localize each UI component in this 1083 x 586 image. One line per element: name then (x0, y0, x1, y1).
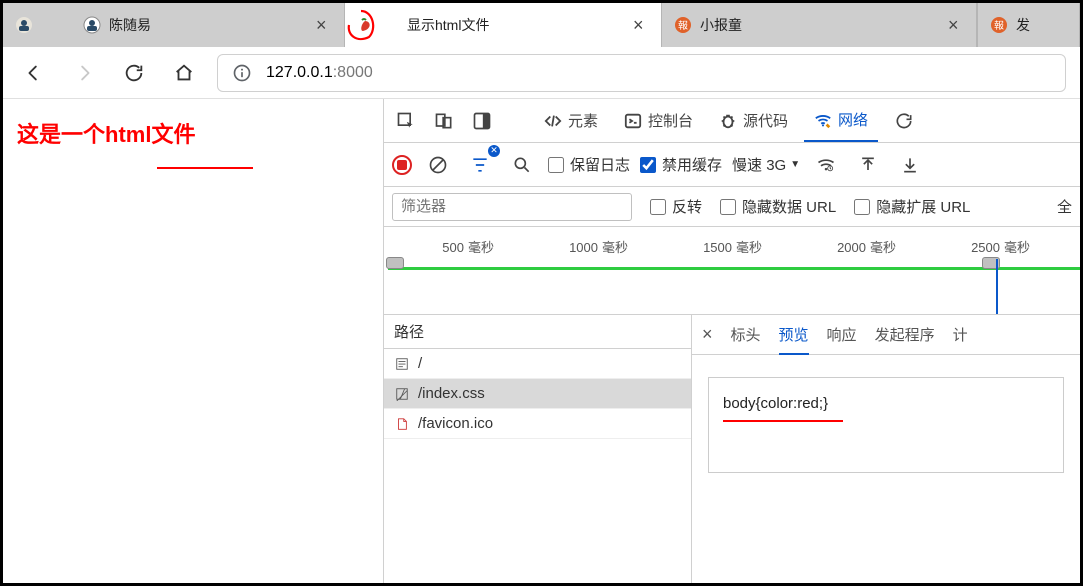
download-icon[interactable] (894, 149, 926, 181)
file-css-icon (394, 386, 410, 402)
request-path: /index.css (418, 385, 485, 402)
search-icon[interactable] (506, 149, 538, 181)
inspect-element-icon[interactable] (390, 105, 422, 137)
devtools-tab-strip: 元素 控制台 源代码 网络 (384, 99, 1080, 143)
chevron-down-icon: ▼ (790, 159, 800, 170)
reload-button[interactable] (117, 56, 151, 90)
preserve-log-checkbox[interactable]: 保留日志 (548, 154, 630, 175)
column-path[interactable]: 路径 (384, 315, 691, 349)
tick-label: 500毫秒 (442, 237, 494, 256)
tab-timing[interactable]: 计 (953, 324, 968, 345)
clear-button[interactable] (422, 149, 454, 181)
console-icon (624, 112, 642, 130)
close-icon[interactable]: × (633, 15, 649, 36)
all-filter[interactable]: 全 (1057, 196, 1072, 217)
svg-text:報: 報 (994, 20, 1004, 32)
network-grid: 路径 / /index.css/favicon.ico × 标头 预览 响应 发起… (384, 315, 1080, 583)
network-toolbar: ✕ 保留日志 禁用缓存 慢速 3G ▼ (384, 143, 1080, 187)
invert-checkbox[interactable]: 反转 (650, 196, 702, 217)
request-row[interactable]: /favicon.ico (384, 409, 691, 439)
tab-title: 陈随易 (109, 15, 308, 35)
close-detail-button[interactable]: × (702, 324, 713, 345)
network-conditions-icon[interactable] (810, 149, 842, 181)
browser-tab-1[interactable]: 陈随易 × (3, 3, 345, 47)
detail-tabs: × 标头 预览 响应 发起程序 计 (692, 315, 1080, 355)
devtools-panel: 元素 控制台 源代码 网络 (383, 99, 1080, 583)
request-list: 路径 / /index.css/favicon.ico (384, 315, 692, 583)
url-filter-row: 反转 隐藏数据 URL 隐藏扩展 URL 全 (384, 187, 1080, 227)
tab-title: 发 (1016, 15, 1067, 35)
forward-button (67, 56, 101, 90)
underline-annotation (723, 420, 843, 422)
range-handle-left[interactable] (386, 257, 404, 269)
waterfall-bar (388, 267, 1080, 270)
tab-initiator[interactable]: 发起程序 (875, 324, 935, 345)
request-detail: × 标头 预览 响应 发起程序 计 body{color:red;} (692, 315, 1080, 583)
browser-tab-3[interactable]: 報 小报童 × (661, 3, 977, 47)
tick-label: 2500毫秒 (971, 237, 1030, 256)
svg-text:報: 報 (678, 20, 688, 32)
refresh-icon[interactable] (888, 105, 920, 137)
detail-body: body{color:red;} (692, 355, 1080, 583)
favicon-bao-icon: 報 (990, 16, 1008, 34)
favicon-bao-icon: 報 (674, 16, 692, 34)
filter-toggle-icon[interactable]: ✕ (464, 149, 496, 181)
file-doc-icon (394, 356, 410, 372)
content-split: 这是一个html文件 元素 (3, 99, 1080, 583)
tick-label: 1000毫秒 (569, 237, 628, 256)
request-path: / (418, 355, 422, 372)
tab-elements[interactable]: 元素 (534, 99, 608, 142)
favicon-pepper-icon (357, 16, 375, 34)
code-icon (544, 112, 562, 130)
wifi-icon (814, 111, 832, 129)
site-info-icon[interactable] (232, 63, 252, 83)
record-button[interactable] (392, 155, 412, 175)
tab-network[interactable]: 网络 (804, 99, 878, 142)
tab-title: 小报童 (700, 15, 940, 35)
address-bar[interactable]: 127.0.0.1:8000 (217, 54, 1066, 92)
upload-icon[interactable] (852, 149, 884, 181)
favicon-profile-icon (15, 16, 33, 34)
tab-preview[interactable]: 预览 (779, 324, 809, 355)
tab-headers[interactable]: 标头 (731, 324, 761, 345)
tab-response[interactable]: 响应 (827, 324, 857, 345)
request-row[interactable]: / (384, 349, 691, 379)
page-viewport: 这是一个html文件 (3, 99, 383, 583)
browser-tab-4[interactable]: 報 发 (977, 3, 1080, 47)
request-path: /favicon.ico (418, 415, 493, 432)
filter-input[interactable] (392, 193, 632, 221)
hide-data-url-checkbox[interactable]: 隐藏数据 URL (720, 196, 836, 217)
tick-label: 1500毫秒 (703, 237, 762, 256)
page-heading: 这是一个html文件 (17, 117, 369, 149)
tab-title: 显示html文件 (407, 15, 625, 35)
url-text: 127.0.0.1:8000 (266, 64, 373, 82)
time-cursor[interactable] (996, 259, 998, 315)
filter-badge: ✕ (488, 145, 500, 157)
file-img-icon (394, 416, 410, 432)
bug-icon (719, 112, 737, 130)
device-toggle-icon[interactable] (428, 105, 460, 137)
browser-tab-2-active[interactable]: 显示html文件 × (345, 3, 661, 47)
close-icon[interactable]: × (948, 15, 964, 36)
network-waterfall[interactable]: 500毫秒 1000毫秒 1500毫秒 2000毫秒 2500毫秒 (384, 227, 1080, 315)
tab-console[interactable]: 控制台 (614, 99, 703, 142)
disable-cache-checkbox[interactable]: 禁用缓存 (640, 154, 722, 175)
home-button[interactable] (167, 56, 201, 90)
browser-window: 陈随易 × 显示html文件 × 報 小报童 × 報 发 (3, 3, 1080, 583)
tick-label: 2000毫秒 (837, 237, 896, 256)
tab-strip: 陈随易 × 显示html文件 × 報 小报童 × 報 发 (3, 3, 1080, 47)
request-row[interactable]: /index.css (384, 379, 691, 409)
preview-content: body{color:red;} (708, 377, 1064, 473)
dock-side-icon[interactable] (466, 105, 498, 137)
favicon-profile2-icon (83, 16, 101, 34)
tab-sources[interactable]: 源代码 (709, 99, 798, 142)
throttle-select[interactable]: 慢速 3G ▼ (732, 154, 800, 175)
browser-toolbar: 127.0.0.1:8000 (3, 47, 1080, 99)
close-icon[interactable]: × (316, 15, 332, 36)
underline-annotation (157, 167, 253, 169)
hide-ext-url-checkbox[interactable]: 隐藏扩展 URL (854, 196, 970, 217)
back-button[interactable] (17, 56, 51, 90)
